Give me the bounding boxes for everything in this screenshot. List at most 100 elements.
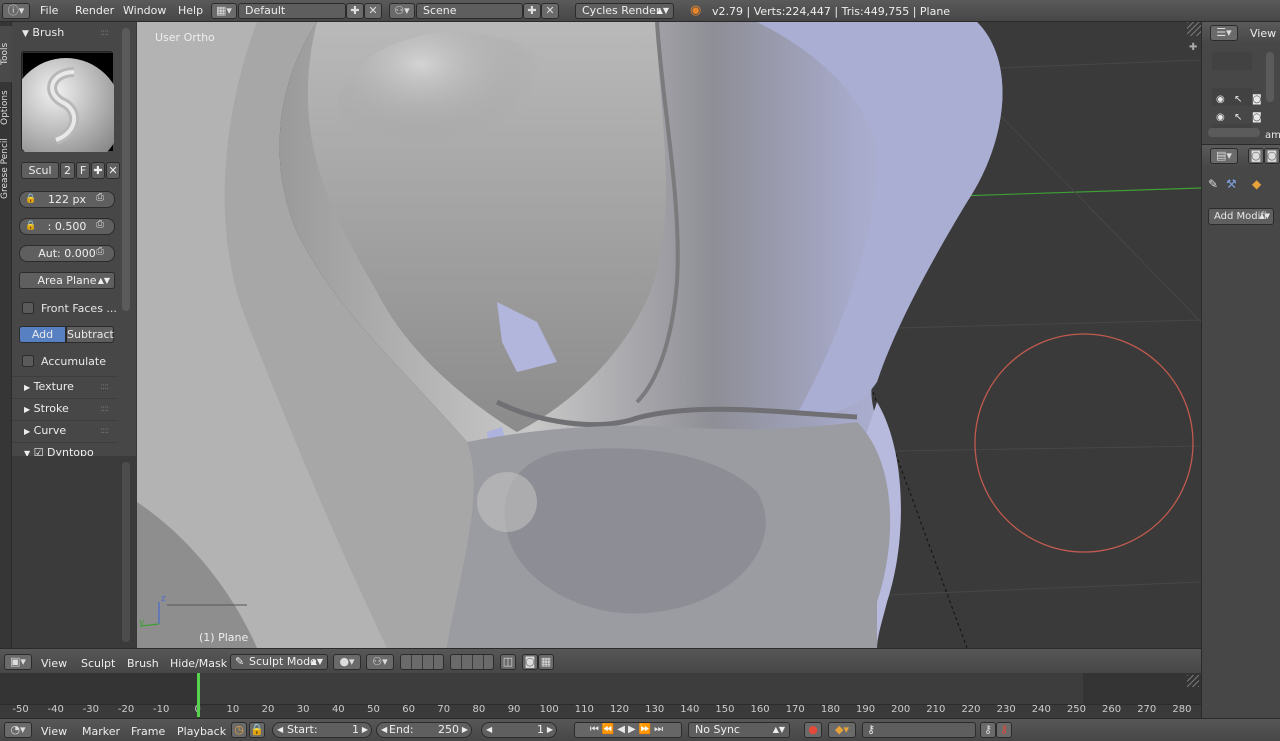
menu-file[interactable]: File (40, 4, 58, 17)
menu-hide-mask[interactable]: Hide/Mask (170, 657, 227, 670)
top-header: ⓘ▾ File Render Window Help ▦▾ Default ✚ … (0, 0, 1280, 22)
menu-sculpt[interactable]: Sculpt (81, 657, 115, 670)
menu-brush[interactable]: Brush (127, 657, 159, 670)
editor-type-icon[interactable]: ▣▾ (4, 654, 32, 670)
render-camera-icon[interactable]: ◙ (1252, 112, 1262, 123)
modifier-wrench-icon[interactable]: ⚒ (1226, 177, 1237, 191)
tab-options[interactable]: Options (0, 84, 12, 132)
scene-icon[interactable]: ⚇▾ (389, 3, 415, 19)
object-cube-icon[interactable]: ◆ (1252, 177, 1261, 191)
3d-viewport[interactable]: User Ortho (1) Plane z y ✚ (137, 22, 1201, 648)
properties-editor-icon[interactable]: ▤▾ (1210, 148, 1238, 164)
close-scene-icon[interactable]: ✕ (541, 3, 559, 19)
front-faces-checkbox[interactable] (22, 302, 34, 314)
pressure-toggle-icon[interactable]: ⎙ (96, 219, 104, 230)
pressure-toggle-icon[interactable]: ⎙ (96, 246, 104, 257)
brush-name-field[interactable]: Scul (21, 162, 59, 179)
add-region-icon[interactable]: ✚ (1189, 42, 1197, 53)
fake-user-toggle[interactable]: F (76, 162, 90, 179)
end-frame-field[interactable]: ◀ End: 250 ▶ (376, 722, 472, 738)
delete-keyframe-icon[interactable]: ⚷ (996, 722, 1012, 738)
timeline-tick-label: 180 (820, 704, 840, 715)
lock-range-icon[interactable]: 🔒 (249, 722, 265, 738)
current-frame-field[interactable]: ◀ 1 ▶ (481, 722, 557, 738)
outliner-view-menu[interactable]: View (1250, 27, 1276, 40)
sculpt-plane-select[interactable]: Area Plane ▲▼ (19, 272, 115, 289)
scene-stats: v2.79 | Verts:224,447 | Tris:449,755 | P… (712, 5, 951, 18)
timeline-menu-view[interactable]: View (41, 725, 67, 738)
area-split-corner-icon[interactable] (1187, 675, 1199, 687)
brush-panel-header[interactable]: ▼ Brush (22, 26, 64, 39)
scene-field[interactable]: Scene (416, 3, 523, 19)
pivot-point-icon[interactable]: ⚇▾ (366, 654, 394, 670)
opengl-render-icon[interactable]: ◙ (522, 654, 538, 670)
timeline-menu-frame[interactable]: Frame (131, 725, 165, 738)
unlink-brush-icon[interactable]: ✕ (106, 162, 120, 179)
mode-select[interactable]: ✎ Sculpt Mode ▲▼ (230, 654, 328, 670)
subtract-direction-button[interactable]: Subtract (66, 326, 114, 343)
menu-render[interactable]: Render (75, 4, 114, 17)
info-editor-icon[interactable]: ⓘ▾ (2, 3, 30, 19)
outliner-scrollbar[interactable] (1266, 52, 1274, 102)
brush-preview[interactable] (10, 51, 122, 170)
close-layout-icon[interactable]: ✕ (364, 3, 382, 19)
render-engine-select[interactable]: Cycles Render ▲▼ (575, 3, 674, 19)
start-frame-field[interactable]: ◀ Start: 1 ▶ (272, 722, 372, 738)
brush-users-count[interactable]: 2 (60, 162, 75, 179)
stroke-panel-header[interactable]: ▶ Stroke:::: (12, 398, 118, 419)
active-keying-set-field[interactable]: ⚷ (862, 722, 976, 738)
timeline-tick-label: 210 (926, 704, 946, 715)
screen-layout-field[interactable]: Default (238, 3, 346, 19)
sync-mode-select[interactable]: No Sync ▲▼ (688, 722, 790, 738)
timeline-menu-playback[interactable]: Playback (177, 725, 226, 738)
add-modifier-select[interactable]: Add Modifi ▲▼ (1208, 208, 1274, 225)
menu-help[interactable]: Help (178, 4, 203, 17)
add-brush-icon[interactable]: ✚ (91, 162, 105, 179)
scene-tab-icon[interactable]: ◙ (1264, 148, 1280, 164)
preview-range-icon[interactable]: ◷ (231, 722, 247, 738)
keying-set-icon[interactable]: ◆▾ (828, 722, 856, 738)
tool-shelf-scrollbar-lower[interactable] (122, 462, 130, 642)
render-camera-icon[interactable]: ◙ (1252, 94, 1262, 105)
dyntopo-checkbox[interactable]: ☑ (34, 446, 44, 456)
select-arrow-icon[interactable]: ↖ (1234, 112, 1242, 123)
insert-keyframe-icon[interactable]: ⚷ (980, 722, 996, 738)
curve-panel-header[interactable]: ▶ Curve:::: (12, 420, 118, 441)
accumulate-checkbox[interactable] (22, 355, 34, 367)
local-view-icon[interactable]: ◫ (500, 654, 516, 670)
playback-controls[interactable]: ⏮⏪◀▶⏩⏭ (574, 722, 682, 738)
timeline-menu-marker[interactable]: Marker (82, 725, 120, 738)
record-icon[interactable]: ● (804, 722, 822, 738)
lock-icon[interactable]: 🔒 (25, 219, 36, 234)
lock-icon[interactable]: 🔒 (25, 192, 36, 207)
outliner-editor-icon[interactable]: ☰▾ (1210, 25, 1238, 41)
area-split-corner-icon[interactable] (1187, 22, 1201, 36)
tab-grease-pencil[interactable]: Grease Pencil (0, 134, 12, 204)
eye-icon[interactable]: ◉ (1216, 94, 1225, 105)
add-scene-icon[interactable]: ✚ (523, 3, 541, 19)
viewport-shading-icon[interactable]: ●▾ (333, 654, 361, 670)
render-tab-icon[interactable]: ◙ (1248, 148, 1264, 164)
tab-tools[interactable]: Tools (0, 26, 12, 82)
timeline-editor-icon[interactable]: ◔▾ (4, 722, 32, 738)
pressure-toggle-icon[interactable]: ⎙ (96, 192, 104, 203)
add-direction-button[interactable]: Add (19, 326, 66, 343)
select-arrow-icon[interactable]: ↖ (1234, 94, 1242, 105)
tool-shelf-scrollbar[interactable] (122, 28, 130, 311)
pin-icon[interactable]: ✎ (1208, 177, 1218, 191)
texture-panel-header[interactable]: ▶ Texture:::: (12, 376, 118, 397)
opengl-anim-icon[interactable]: ▦ (538, 654, 554, 670)
panel-grip-icon[interactable]: :::: (100, 28, 109, 38)
add-layout-icon[interactable]: ✚ (346, 3, 364, 19)
playhead-marker[interactable] (196, 673, 200, 717)
menu-view[interactable]: View (41, 657, 67, 670)
outliner-hscrollbar[interactable] (1208, 128, 1260, 137)
layer-buttons-group-1[interactable] (400, 654, 444, 670)
timeline-area[interactable]: -50-40-30-20-100102030405060708090100110… (0, 673, 1201, 718)
screen-layout-icon[interactable]: ▦▾ (211, 3, 237, 19)
eye-icon[interactable]: ◉ (1216, 112, 1225, 123)
menu-window[interactable]: Window (123, 4, 166, 17)
layer-buttons-group-2[interactable] (450, 654, 494, 670)
properties-header: ▤▾ ◙ ◙ (1202, 144, 1280, 168)
dyntopo-panel-header[interactable]: ▼ ☑ Dyntopo (12, 442, 118, 456)
